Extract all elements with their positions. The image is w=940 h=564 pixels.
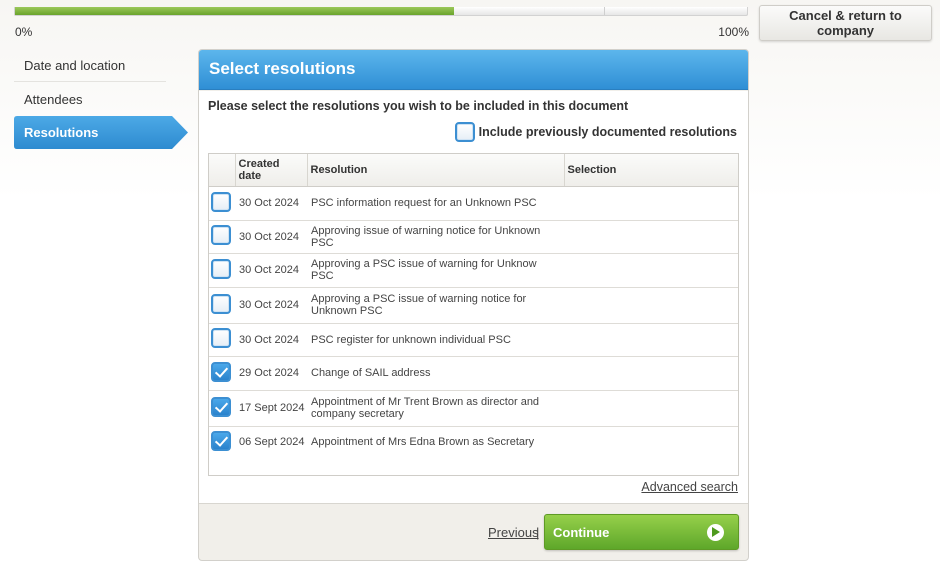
table-header-row: Created date Resolution Selection xyxy=(209,154,738,187)
row-selection xyxy=(564,253,738,288)
continue-label: Continue xyxy=(553,524,610,540)
arrow-right-circle-icon xyxy=(707,524,724,541)
progress-bar xyxy=(14,7,748,16)
column-header-created-date[interactable]: Created date xyxy=(234,154,307,187)
nav-item-label: Resolutions xyxy=(24,125,99,140)
row-resolution: PSC information request for an Unknown P… xyxy=(307,186,564,221)
row-created-date: 30 Oct 2024 xyxy=(235,323,307,357)
table-row[interactable]: 06 Sept 2024 Appointment of Mrs Edna Bro… xyxy=(209,426,738,458)
nav-item-date-location[interactable]: Date and location xyxy=(14,49,166,82)
progress-max-label: 100% xyxy=(718,25,749,39)
include-previous-label: Include previously documented resolution… xyxy=(478,125,737,139)
include-previous-option[interactable]: Include previously documented resolution… xyxy=(454,121,737,143)
row-selection xyxy=(564,220,738,254)
nav-item-resolutions[interactable]: Resolutions xyxy=(14,116,188,149)
row-resolution: PSC register for unknown individual PSC xyxy=(307,323,564,357)
progress-fill xyxy=(15,7,455,15)
row-checkbox[interactable] xyxy=(211,430,231,451)
row-checkbox[interactable] xyxy=(211,328,231,348)
column-header-select xyxy=(209,154,235,187)
include-previous-checkbox[interactable] xyxy=(454,122,475,142)
nav-item-attendees[interactable]: Attendees xyxy=(14,83,166,116)
row-created-date: 29 Oct 2024 xyxy=(235,356,307,391)
instruction-text: Please select the resolutions you wish t… xyxy=(208,99,629,113)
cancel-return-button[interactable]: Cancel & return to company xyxy=(759,5,932,41)
table-row[interactable]: 17 Sept 2024 Appointment of Mr Trent Bro… xyxy=(209,390,738,427)
row-checkbox[interactable] xyxy=(211,293,231,314)
panel-body: Please select the resolutions you wish t… xyxy=(199,91,748,504)
progress-min-label: 0% xyxy=(15,25,33,39)
row-selection xyxy=(564,390,738,427)
row-resolution: Approving issue of warning notice for Un… xyxy=(307,220,564,254)
row-selection xyxy=(564,356,738,391)
row-resolution: Appointment of Mrs Edna Brown as Secreta… xyxy=(311,436,535,449)
progress-tick xyxy=(604,7,605,15)
row-resolution: Appointment of Mr Trent Brown as directo… xyxy=(307,390,564,427)
row-resolution: Change of SAIL address xyxy=(307,356,564,391)
row-selection xyxy=(564,323,738,357)
row-checkbox[interactable] xyxy=(211,361,231,382)
advanced-search-link[interactable]: Advanced search xyxy=(641,480,738,494)
previous-link[interactable]: Previous xyxy=(488,525,539,540)
row-created-date: 30 Oct 2024 xyxy=(235,287,307,324)
row-created-date: 30 Oct 2024 xyxy=(235,220,307,254)
table-row[interactable]: 30 Oct 2024 Approving issue of warning n… xyxy=(209,220,738,254)
column-header-selection: Selection xyxy=(563,154,738,187)
table-row[interactable]: 29 Oct 2024 Change of SAIL address xyxy=(209,356,738,391)
panel-title: Select resolutions xyxy=(199,50,748,90)
row-checkbox[interactable] xyxy=(211,396,231,417)
table-row[interactable]: 30 Oct 2024 PSC information request for … xyxy=(209,186,738,221)
column-header-resolution[interactable]: Resolution xyxy=(306,154,564,187)
resolutions-table: Created date Resolution Selection 30 Oct… xyxy=(208,153,739,476)
table-row[interactable]: 30 Oct 2024 Approving a PSC issue of war… xyxy=(209,253,738,288)
footer-separator: | xyxy=(536,525,540,540)
row-selection xyxy=(564,186,738,221)
row-selection xyxy=(564,287,738,324)
row-created-date: 30 Oct 2024 xyxy=(235,186,307,221)
row-resolution: Approving a PSC issue of warning notice … xyxy=(307,287,564,324)
row-created-date: 17 Sept 2024 xyxy=(235,390,307,427)
row-selection xyxy=(564,426,738,458)
row-created-date: 06 Sept 2024 xyxy=(239,436,305,449)
row-checkbox[interactable] xyxy=(211,225,231,245)
row-created-date: 30 Oct 2024 xyxy=(235,253,307,288)
table-row[interactable]: 30 Oct 2024 PSC register for unknown ind… xyxy=(209,323,738,357)
select-resolutions-panel: Select resolutions Please select the res… xyxy=(198,49,749,561)
row-resolution: Approving a PSC issue of warning for Unk… xyxy=(307,253,564,288)
row-checkbox[interactable] xyxy=(211,191,231,212)
table-row[interactable]: 30 Oct 2024 Approving a PSC issue of war… xyxy=(209,287,738,324)
row-checkbox[interactable] xyxy=(211,258,231,279)
continue-button[interactable]: Continue xyxy=(544,514,739,550)
